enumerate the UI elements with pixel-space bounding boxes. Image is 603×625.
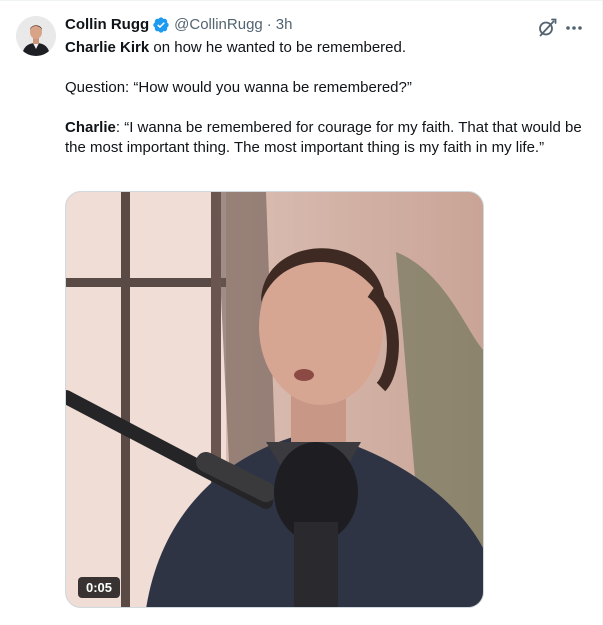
tweet-line-1: Charlie Kirk on how he wanted to be reme… (65, 38, 590, 58)
verified-badge-icon (152, 16, 170, 34)
line1-rest: on how he wanted to be remembered. (149, 39, 407, 56)
question-text: Question: “How would you wanna be rememb… (65, 79, 412, 96)
author-handle[interactable]: @CollinRugg (174, 15, 263, 35)
answer-text: Charlie: “I wanna be remembered for cour… (65, 118, 590, 158)
video-duration-badge: 0:05 (78, 577, 121, 598)
more-icon[interactable] (563, 17, 585, 39)
speaker-bold: Charlie (65, 119, 116, 136)
video-player[interactable] (65, 191, 484, 608)
tweet-header: Collin Rugg @CollinRugg · 3h (65, 15, 292, 35)
mention-bold: Charlie Kirk (65, 39, 150, 56)
top-divider (0, 0, 603, 1)
avatar[interactable] (16, 16, 56, 56)
grok-icon[interactable] (536, 17, 558, 39)
separator-dot: · (266, 16, 272, 33)
tweet-text: Charlie Kirk on how he wanted to be reme… (65, 38, 590, 158)
answer-rest: : “I wanna be remembered for courage for… (65, 119, 582, 156)
timestamp[interactable]: 3h (276, 15, 293, 35)
author-name[interactable]: Collin Rugg (65, 15, 149, 35)
